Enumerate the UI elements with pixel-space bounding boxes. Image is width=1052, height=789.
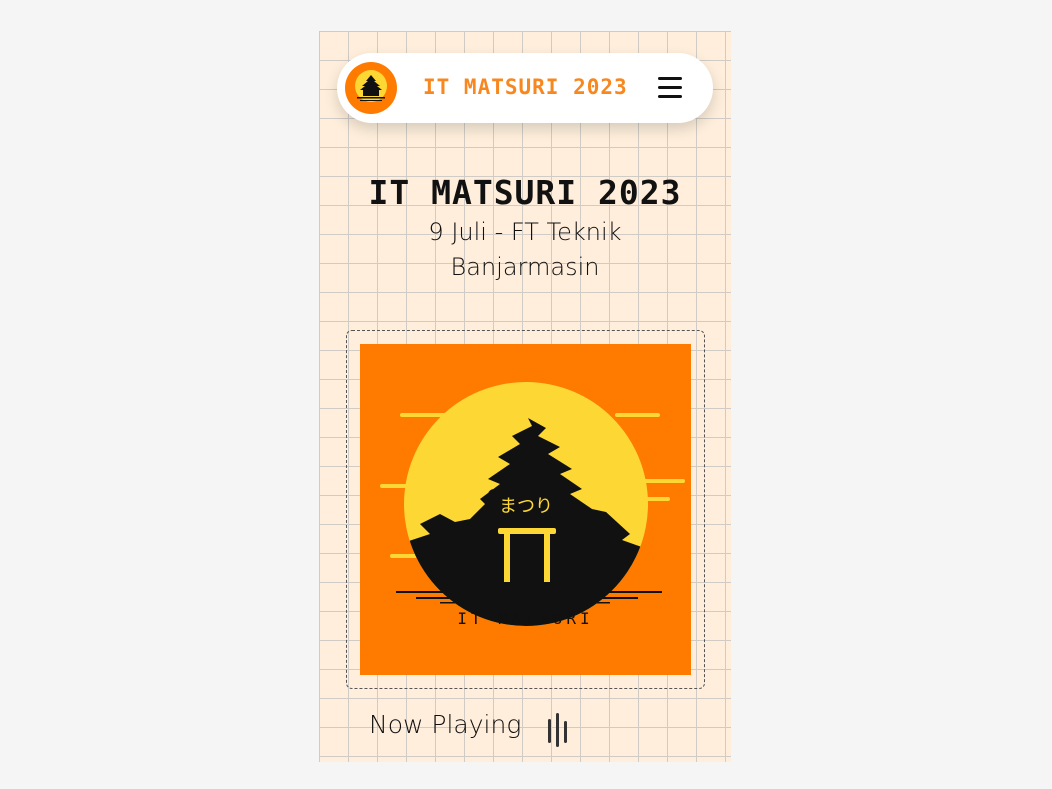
page-title: IT MATSURI 2023 (368, 173, 682, 212)
hamburger-menu-icon[interactable] (656, 75, 684, 101)
event-subtitle: 9 Juli - FT Teknik Banjarmasin (428, 218, 622, 281)
audio-bars-icon[interactable] (545, 711, 571, 749)
now-playing-label: Now Playing (369, 710, 522, 739)
poster-caption: IT MATSURI (457, 609, 594, 628)
poster-script-text: まつり (499, 496, 553, 517)
navbar: IT MATSURI 2023 (337, 53, 713, 123)
event-poster: まつり IT MATSURI (360, 344, 691, 675)
phone-screen: IT MATSURI 2023 IT MATSURI 2023 9 Juli -… (319, 31, 731, 762)
brand-title[interactable]: IT MATSURI 2023 (423, 75, 633, 99)
pagoda-logo-icon[interactable] (345, 62, 397, 114)
